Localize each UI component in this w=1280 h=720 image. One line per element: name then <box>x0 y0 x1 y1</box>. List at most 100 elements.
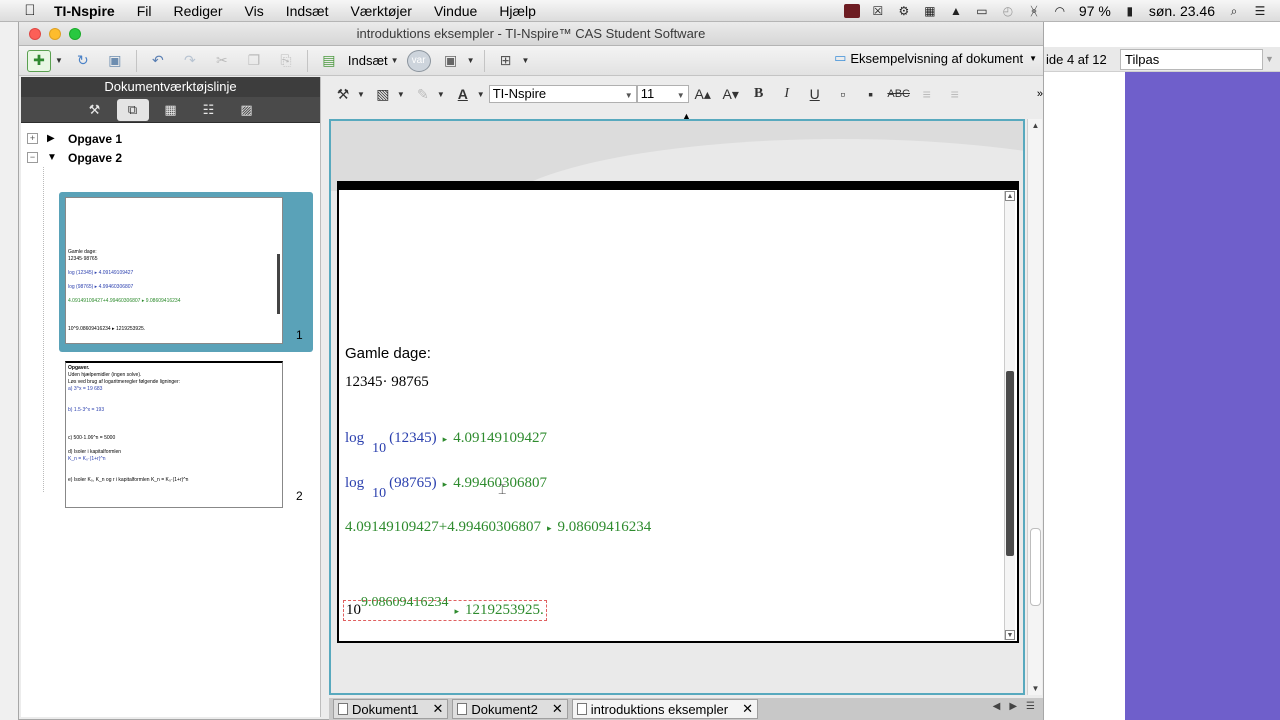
tab-dokument2[interactable]: Dokument2 ✕ <box>452 699 568 719</box>
previous-tab-icon[interactable]: ◀ <box>993 701 1001 712</box>
menu-app[interactable]: TI-Nspire <box>54 3 115 19</box>
tab-dokument1[interactable]: Dokument1 ✕ <box>333 699 449 719</box>
tools-icon[interactable]: ⚒ <box>331 83 355 105</box>
var-button[interactable]: var <box>406 49 431 72</box>
insert-icon[interactable]: ▤ <box>317 50 341 72</box>
new-dropdown-icon[interactable]: ▼ <box>55 56 63 65</box>
display-icon[interactable]: ▭ <box>974 4 990 18</box>
spotlight-search-icon[interactable]: ⌕ <box>1226 4 1242 18</box>
undo-icon[interactable]: ↶ <box>146 50 170 72</box>
page-thumbnail-1[interactable]: Gamle dage: 12345·98765 log (12345) ▸ 4.… <box>59 192 313 352</box>
tab-introduktions-eksempler[interactable]: introduktions eksempler ✕ <box>571 699 758 719</box>
tab-list-icon[interactable]: ☰ <box>1026 701 1035 712</box>
page-scroll-thumb[interactable] <box>1006 371 1014 556</box>
gear-icon[interactable]: ⚙ <box>896 4 912 18</box>
wifi-icon[interactable]: ◠ <box>1052 4 1068 18</box>
text-color-dropdown-icon[interactable]: ▼ <box>477 90 485 99</box>
superscript-icon[interactable]: ▫ <box>831 83 855 105</box>
battery-icon[interactable]: ▮ <box>1122 4 1138 18</box>
menu-view[interactable]: Vis <box>245 3 264 19</box>
insert-menu-label[interactable]: Indsæt <box>348 53 388 68</box>
open-file-icon[interactable]: ↻ <box>71 50 95 72</box>
expanded-triangle-icon[interactable]: ▼ <box>47 152 59 163</box>
problem-1-node[interactable]: + ▶ Opgave 1 <box>21 129 320 148</box>
scroll-up-icon[interactable]: ▲ <box>1005 191 1015 201</box>
close-tab-icon[interactable]: ✕ <box>432 701 443 717</box>
grid-icon[interactable]: ▦ <box>922 4 938 18</box>
workspace-scrollbar[interactable]: ▲ ▼ <box>1027 119 1042 695</box>
align-center-icon[interactable]: ≡ <box>943 83 967 105</box>
page-layout-icon[interactable]: ⊞ <box>494 50 518 72</box>
increase-font-icon[interactable]: A▴ <box>691 83 715 105</box>
sum-expression[interactable]: 4.09149109427+4.99460306807 ▸ 9.0860941623… <box>345 519 651 536</box>
align-left-icon[interactable]: ≡ <box>915 83 939 105</box>
cut-icon[interactable]: ✂ <box>210 50 234 72</box>
copy-icon[interactable]: ❐ <box>242 50 266 72</box>
line-color-icon[interactable]: ✎ <box>411 83 435 105</box>
bold-button[interactable]: B <box>747 83 771 105</box>
menu-file[interactable]: Fil <box>137 3 152 19</box>
power-expression[interactable]: 109.08609416234 ▸ 1219253925. <box>343 595 547 621</box>
document-preview-selector[interactable]: ▭ Eksempelvisning af dokument ▼ <box>834 50 1037 66</box>
log1-base: 10 <box>372 441 387 456</box>
font-size-select[interactable]: 11 ▼ <box>636 85 689 103</box>
collapsed-triangle-icon[interactable]: ▶ <box>47 133 59 144</box>
close-box-icon[interactable]: ☒ <box>870 4 886 18</box>
next-tab-icon[interactable]: ▶ <box>1009 701 1017 712</box>
notification-center-icon[interactable]: ☰ <box>1252 4 1268 18</box>
tools-tab-icon[interactable]: ⚒ <box>79 99 111 121</box>
time-machine-icon[interactable]: ◴ <box>1000 4 1016 18</box>
new-document-icon[interactable]: ✚ <box>27 49 51 72</box>
text-color-icon[interactable]: A <box>451 83 475 105</box>
battery-percent[interactable]: 97 % <box>1079 3 1111 19</box>
log-expression-2[interactable]: log10(98765) ▸ 4.99460306807 <box>345 475 547 501</box>
more-tools-icon[interactable]: » <box>1037 88 1043 100</box>
page-thumbnail-2[interactable]: Opgaver. Uden hjælpemidler (ingen solve)… <box>59 361 313 511</box>
clock[interactable]: søn. 23.46 <box>1149 3 1215 19</box>
menu-edit[interactable]: Rediger <box>173 3 222 19</box>
workspace-scroll-up-icon[interactable]: ▲ <box>1030 121 1041 130</box>
save-icon[interactable]: ▣ <box>103 50 127 72</box>
close-tab-icon[interactable]: ✕ <box>552 701 563 717</box>
utilities-tab-icon[interactable]: ☷ <box>193 99 225 121</box>
redo-icon[interactable]: ↷ <box>178 50 202 72</box>
collapse-icon[interactable]: − <box>27 152 38 163</box>
menu-help[interactable]: Hjælp <box>499 3 536 19</box>
problem-2-node[interactable]: − ▼ Opgave 2 <box>21 148 320 167</box>
line-dropdown-icon[interactable]: ▼ <box>437 90 445 99</box>
menu-insert[interactable]: Indsæt <box>286 3 329 19</box>
strikethrough-button[interactable]: ABC <box>887 83 911 105</box>
menu-tools[interactable]: Værktøjer <box>351 3 412 19</box>
tools-dropdown-icon[interactable]: ▼ <box>357 90 365 99</box>
decrease-font-icon[interactable]: A▾ <box>719 83 743 105</box>
underline-button[interactable]: U <box>803 83 827 105</box>
record-icon[interactable] <box>843 4 860 18</box>
screenshot-dropdown-icon[interactable]: ▼ <box>467 56 475 65</box>
font-name-select[interactable]: TI-Nspire ▼ <box>488 85 637 103</box>
fill-dropdown-icon[interactable]: ▼ <box>397 90 405 99</box>
bluetooth-icon[interactable]: ᚸ <box>1026 4 1042 18</box>
layout-dropdown-icon[interactable]: ▼ <box>522 56 530 65</box>
screenshot-icon[interactable]: ▣ <box>439 50 463 72</box>
drive-icon[interactable]: ▲ <box>948 4 964 18</box>
log-expression-1[interactable]: log 10(12345) ▸ 4.09149109427 <box>345 430 547 456</box>
apple-menu-icon[interactable]:  <box>20 2 40 19</box>
workspace-scroll-thumb[interactable] <box>1030 528 1041 606</box>
page-sorter-tab-icon[interactable]: ⧉ <box>116 98 149 121</box>
calculator-tab-icon[interactable]: ▦ <box>155 99 187 121</box>
zoom-field[interactable]: Tilpas <box>1120 48 1263 70</box>
insert-dropdown-icon[interactable]: ▼ <box>391 56 399 65</box>
scroll-down-icon[interactable]: ▼ <box>1005 630 1015 640</box>
menu-window[interactable]: Vindue <box>434 3 477 19</box>
content-explorer-tab-icon[interactable]: ▨ <box>231 99 263 121</box>
page-scrollbar[interactable]: ▲ ▼ <box>1004 191 1015 640</box>
fill-color-icon[interactable]: ▧ <box>371 83 395 105</box>
workspace-scroll-down-icon[interactable]: ▼ <box>1030 684 1041 693</box>
close-tab-icon[interactable]: ✕ <box>742 701 753 717</box>
subscript-icon[interactable]: ▪ <box>859 83 883 105</box>
expand-icon[interactable]: + <box>27 133 38 144</box>
paste-icon[interactable]: ⎘ <box>274 50 298 72</box>
notes-page[interactable]: Gamle dage: 12345· 98765 log10(12345) ▸ 4.… <box>337 181 1019 643</box>
zoom-dropdown-icon[interactable]: ▼ <box>1265 54 1277 64</box>
italic-button[interactable]: I <box>775 83 799 105</box>
